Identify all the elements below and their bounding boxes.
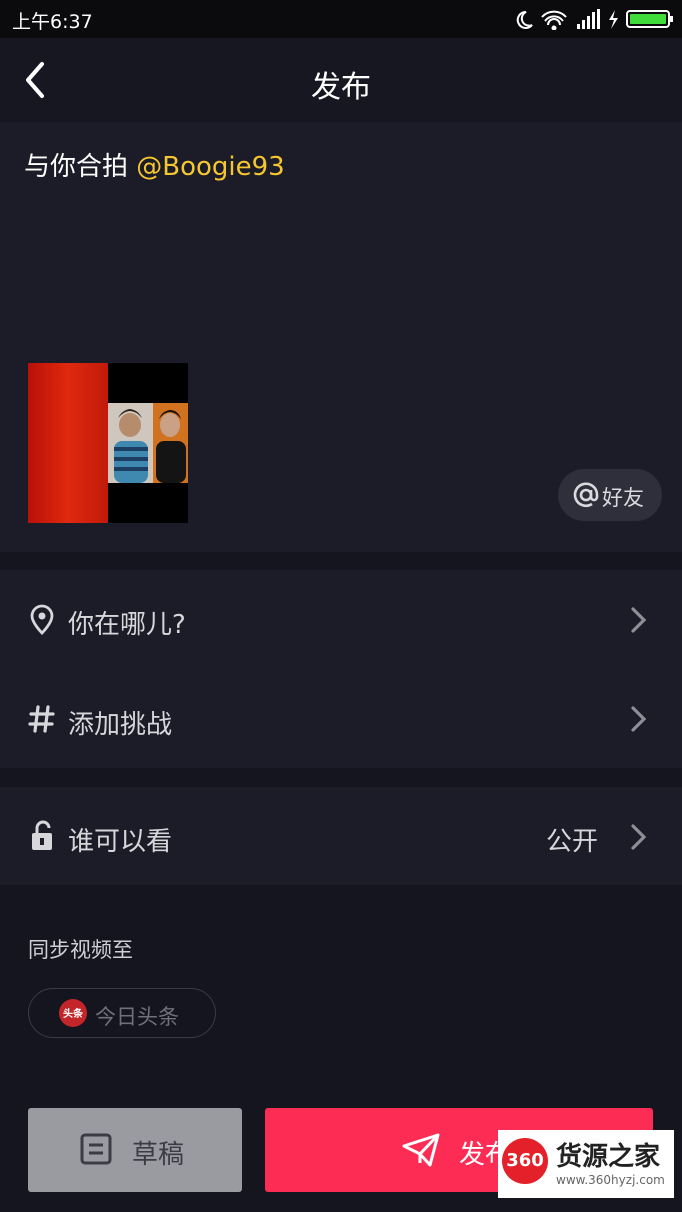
page-title: 发布	[311, 70, 371, 105]
hashtag-icon	[28, 705, 55, 733]
mention-friend-button[interactable]: 好友	[558, 469, 662, 521]
watermark-name: 货源之家	[556, 1142, 661, 1172]
charging-icon	[609, 10, 618, 29]
privacy-row[interactable]: 谁可以看 公开	[0, 787, 682, 885]
watermark: 360 货源之家 www.360hyzj.com	[498, 1130, 674, 1198]
save-draft-button[interactable]: 草稿	[28, 1108, 242, 1192]
challenge-row[interactable]: 添加挑战	[0, 670, 682, 768]
toutiao-logo-icon: 头条	[59, 999, 87, 1027]
caption-text: 与你合拍	[24, 152, 137, 182]
caption-input[interactable]: 与你合拍 @Boogie93	[24, 146, 285, 183]
at-icon	[573, 482, 599, 508]
watermark-badge: 360	[502, 1138, 548, 1184]
chevron-right-icon	[631, 607, 647, 633]
toutiao-logo-text: 头条	[63, 1009, 83, 1020]
thumbnail-image	[28, 363, 188, 523]
location-label: 你在哪儿?	[68, 610, 186, 640]
draft-label: 草稿	[132, 1140, 185, 1170]
sync-title: 同步视频至	[28, 938, 133, 962]
send-icon	[402, 1133, 440, 1167]
moon-icon	[516, 10, 533, 29]
watermark-badge-text: 360	[506, 1150, 544, 1171]
location-row[interactable]: 你在哪儿?	[0, 570, 682, 670]
challenge-label: 添加挑战	[68, 710, 173, 740]
privacy-label: 谁可以看	[68, 827, 173, 857]
mention-friend-label: 好友	[602, 486, 644, 510]
draft-icon	[80, 1133, 112, 1165]
mention-tag[interactable]: @Boogie93	[136, 152, 284, 182]
toutiao-label: 今日头条	[95, 1005, 179, 1029]
status-icons	[516, 9, 673, 30]
battery-icon	[626, 10, 673, 28]
location-pin-icon	[30, 604, 54, 635]
chevron-right-icon	[631, 706, 647, 732]
wifi-icon	[541, 10, 567, 30]
chevron-right-icon	[631, 824, 647, 850]
watermark-url: www.360hyzj.com	[556, 1173, 665, 1187]
video-thumbnail[interactable]	[28, 363, 188, 523]
unlock-icon	[32, 820, 52, 850]
signal-icon	[577, 9, 600, 29]
privacy-value: 公开	[546, 827, 599, 857]
status-time: 上午6:37	[12, 11, 93, 33]
toutiao-sync-toggle[interactable]: 头条 今日头条	[28, 988, 216, 1038]
